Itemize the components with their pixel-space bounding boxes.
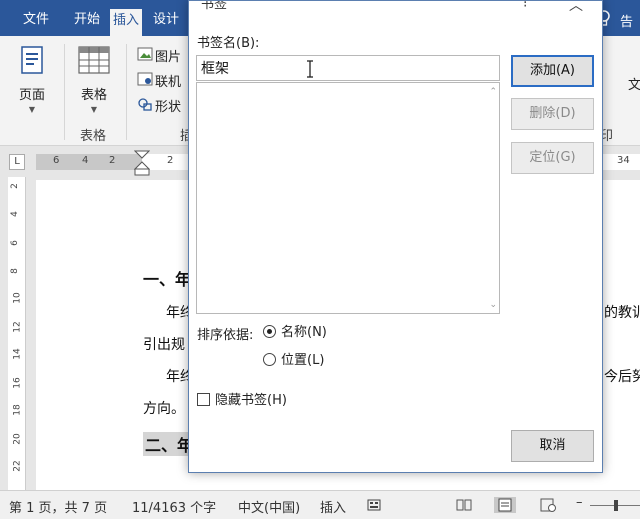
read-mode-icon[interactable] <box>456 497 472 513</box>
document-paragraph: 今后努力 <box>604 369 640 385</box>
sort-by-location-radio[interactable]: 位置(L) <box>263 352 324 370</box>
table-icon <box>76 46 112 80</box>
indent-marker-icon[interactable] <box>133 150 151 176</box>
pictures-button[interactable]: 图片 <box>137 46 181 66</box>
radio-selected-icon <box>263 325 276 338</box>
online-label: 联机 <box>155 75 182 90</box>
document-heading-1: 一、年 <box>143 270 192 289</box>
page-button-label: 页面 <box>18 88 45 103</box>
sort-by-name-label: 名称(N) <box>281 325 327 340</box>
shapes-button[interactable]: 形状 <box>137 96 181 116</box>
table-button-label: 表格 <box>80 88 107 103</box>
status-bar: 第 1 页，共 7 页 11/4163 个字 中文(中国) 插入 – <box>0 490 640 519</box>
sort-by-name-radio[interactable]: 名称(N) <box>263 324 327 342</box>
group-divider <box>64 44 65 140</box>
picture-icon <box>137 46 153 69</box>
ruler-number: 2 <box>167 155 174 166</box>
text-cursor-icon <box>306 60 314 78</box>
page-button[interactable]: 页面 ▼ <box>14 46 50 114</box>
table-button[interactable]: 表格 ▼ <box>76 46 112 114</box>
ruler-number: 14 <box>12 348 23 360</box>
vertical-ruler: 2 4 6 8 10 12 14 16 18 20 22 <box>8 177 26 490</box>
ruler-number: 6 <box>9 240 20 246</box>
delete-bookmark-button[interactable]: 删除(D) <box>511 98 594 130</box>
ruler-number: 16 <box>12 377 23 389</box>
document-paragraph: 的教训， <box>604 305 640 321</box>
tab-stop-selector[interactable]: L <box>9 154 25 170</box>
page-icon <box>14 46 50 80</box>
ruler-number: 4 <box>9 211 20 217</box>
ruler-number: 12 <box>12 321 23 333</box>
text-group-partial[interactable]: 文 <box>628 76 640 96</box>
group-label-tables: 表格 <box>80 129 107 144</box>
edit-mode-indicator[interactable]: 插入 <box>320 497 346 516</box>
ruler-number: 22 <box>12 460 23 472</box>
tab-design[interactable]: 设计 <box>150 8 182 32</box>
word-count[interactable]: 11/4163 个字 <box>132 497 216 516</box>
more-options-icon[interactable]: ⁝ <box>523 1 527 11</box>
goto-bookmark-button[interactable]: 定位(G) <box>511 142 594 174</box>
ruler-number: 20 <box>12 433 23 445</box>
bookmark-dialog: 书签 ⁝ ︿ 书签名(B): ⌃ ⌄ 添加(A) 删除(D) 定位(G) 排序依… <box>188 0 603 473</box>
scroll-up-icon[interactable]: ⌃ <box>489 87 497 97</box>
add-bookmark-button[interactable]: 添加(A) <box>511 55 594 87</box>
chevron-down-icon: ▼ <box>28 105 36 114</box>
user-label[interactable]: 告 <box>620 11 633 30</box>
online-picture-icon <box>137 71 153 94</box>
ruler-number: 34 <box>617 155 630 166</box>
ruler-margin <box>36 154 142 170</box>
ruler-number: 2 <box>109 155 116 166</box>
ruler-number: 2 <box>9 183 20 189</box>
tab-home[interactable]: 开始 <box>71 8 103 32</box>
language-indicator[interactable]: 中文(中国) <box>238 497 300 516</box>
hidden-bookmarks-checkbox[interactable]: 隐藏书签(H) <box>197 392 287 410</box>
ruler-number: 6 <box>53 155 60 166</box>
scroll-down-icon[interactable]: ⌄ <box>489 300 497 310</box>
pictures-label: 图片 <box>155 50 182 65</box>
sort-by-location-label: 位置(L) <box>281 353 325 368</box>
web-layout-icon[interactable] <box>540 497 556 513</box>
bookmark-name-input[interactable] <box>196 55 500 81</box>
bookmark-name-label: 书签名(B): <box>197 36 260 51</box>
bookmark-list[interactable]: ⌃ ⌄ <box>196 82 500 314</box>
zoom-out-button[interactable]: – <box>576 495 583 510</box>
tab-file[interactable]: 文件 <box>20 8 52 32</box>
chevron-down-icon: ▼ <box>90 105 98 114</box>
ruler-number: 8 <box>9 268 20 274</box>
document-paragraph: 方向。 <box>143 401 185 417</box>
print-layout-icon[interactable] <box>494 497 516 513</box>
macro-record-icon[interactable] <box>366 497 382 513</box>
hidden-bookmarks-label: 隐藏书签(H) <box>215 393 287 408</box>
checkbox-icon <box>197 393 210 406</box>
shapes-label: 形状 <box>155 100 182 115</box>
sort-by-label: 排序依据: <box>197 328 254 343</box>
ruler-number: 10 <box>12 292 23 304</box>
tab-insert[interactable]: 插入 <box>110 9 143 36</box>
cancel-button[interactable]: 取消 <box>511 430 594 462</box>
ruler-number: 4 <box>82 155 89 166</box>
shapes-icon <box>137 96 153 119</box>
radio-unselected-icon <box>263 353 276 366</box>
ruler-number: 18 <box>12 404 23 416</box>
collapse-icon[interactable]: ︿ <box>569 1 583 15</box>
online-pictures-button[interactable]: 联机 <box>137 71 181 91</box>
document-paragraph: 引出规 <box>143 337 185 353</box>
page-count[interactable]: 第 1 页，共 7 页 <box>9 497 107 516</box>
dialog-title: 书签 <box>201 0 228 12</box>
zoom-slider-thumb[interactable] <box>614 500 618 511</box>
group-divider <box>126 44 127 140</box>
